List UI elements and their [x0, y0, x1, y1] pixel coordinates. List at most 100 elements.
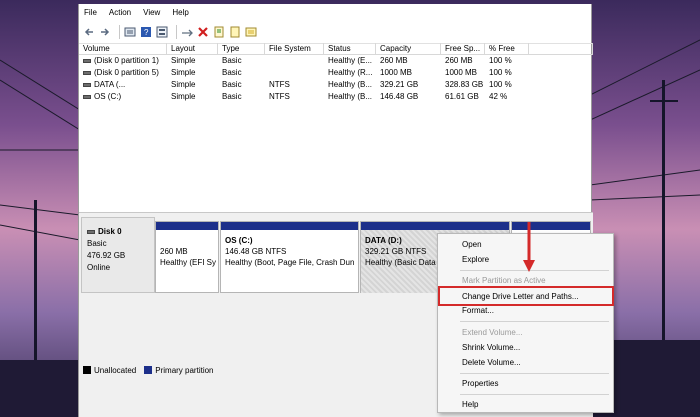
- partition-bar: [156, 222, 218, 230]
- menu-item-format[interactable]: Format...: [462, 305, 494, 317]
- cell-layout: Simple: [171, 92, 196, 101]
- menu-file[interactable]: File: [84, 8, 97, 17]
- table-row[interactable]: (Disk 0 partition 1) Simple Basic Health…: [79, 55, 593, 67]
- cell-type: Basic: [222, 56, 242, 65]
- partition-size: 146.48 GB NTFS: [225, 247, 287, 256]
- properties-icon[interactable]: [213, 26, 225, 38]
- connect-icon[interactable]: [181, 26, 193, 38]
- column-capacity[interactable]: Capacity: [376, 43, 441, 54]
- disk-info-panel[interactable]: Disk 0 Basic 476.92 GB Online: [81, 217, 155, 293]
- legend-swatch-primary: [144, 366, 153, 374]
- cell-file-system: [265, 67, 324, 79]
- volume-icon: [83, 70, 91, 75]
- cell-status: Healthy (E...: [328, 56, 373, 65]
- menu-bar: File Action View Help: [79, 4, 593, 20]
- cell-percent-free: 100 %: [489, 68, 512, 77]
- highlight-box: [438, 286, 614, 306]
- menu-action[interactable]: Action: [109, 8, 131, 17]
- cell-percent-free: 42 %: [489, 92, 508, 101]
- cell-type: Basic: [222, 92, 242, 101]
- cell-volume: DATA (...: [79, 79, 167, 91]
- volume-table-header: Volume Layout Type File System Status Ca…: [79, 43, 593, 55]
- legend-swatch-unallocated: [83, 366, 91, 374]
- table-row[interactable]: DATA (... Simple Basic NTFS Healthy (B..…: [79, 79, 593, 91]
- new-icon[interactable]: [229, 26, 241, 38]
- menu-separator: [460, 321, 609, 322]
- partition-details: 260 MB Healthy (EFI Sy: [156, 230, 218, 273]
- partition-status: Healthy (Boot, Page File, Crash Dun: [225, 258, 355, 267]
- menu-item-delete-volume[interactable]: Delete Volume...: [462, 357, 521, 369]
- partition-name: OS (C:): [225, 236, 253, 245]
- volume-icon: [83, 82, 91, 87]
- power-lines-left: [0, 59, 80, 417]
- cell-status: Healthy (B...: [328, 92, 373, 101]
- disk-icon: [87, 229, 95, 234]
- column-status[interactable]: Status: [324, 43, 376, 54]
- menu-item-open[interactable]: Open: [462, 239, 482, 251]
- view-icon[interactable]: [245, 26, 257, 38]
- partition-bar: [221, 222, 358, 230]
- legend: Unallocated Primary partition: [83, 365, 222, 375]
- cell-free-space: 260 MB: [445, 56, 473, 65]
- cell-layout: Simple: [171, 56, 196, 65]
- cell-free-space: 328.83 GB: [445, 80, 484, 89]
- column-type[interactable]: Type: [218, 43, 265, 54]
- toolbar: ?: [79, 20, 593, 44]
- column-file-system[interactable]: File System: [265, 43, 324, 54]
- cell-layout: Simple: [171, 80, 196, 89]
- disk-size: 476.92 GB: [87, 251, 126, 260]
- partition-details: OS (C:) 146.48 GB NTFS Healthy (Boot, Pa…: [221, 230, 358, 273]
- column-filler: [529, 43, 593, 54]
- table-row[interactable]: (Disk 0 partition 5) Simple Basic Health…: [79, 67, 593, 79]
- partition-size: 260 MB: [160, 247, 188, 256]
- disk-list-icon[interactable]: [124, 26, 136, 38]
- menu-separator: [460, 394, 609, 395]
- table-row[interactable]: OS (C:) Simple Basic NTFS Healthy (B... …: [79, 91, 593, 103]
- cell-capacity: 1000 MB: [380, 68, 413, 77]
- column-percent-free[interactable]: % Free: [485, 43, 529, 54]
- disk-state: Online: [87, 263, 111, 272]
- cell-capacity: 146.48 GB: [380, 92, 419, 101]
- menu-item-properties[interactable]: Properties: [462, 378, 498, 390]
- volume-icon: [83, 58, 91, 63]
- cell-volume: OS (C:): [79, 91, 167, 103]
- help-icon[interactable]: ?: [140, 26, 152, 38]
- menu-item-shrink-volume[interactable]: Shrink Volume...: [462, 342, 520, 354]
- cell-type: Basic: [222, 80, 242, 89]
- cell-free-space: 1000 MB: [445, 68, 478, 77]
- column-layout[interactable]: Layout: [167, 43, 218, 54]
- menu-help[interactable]: Help: [172, 8, 188, 17]
- volume-table-body: (Disk 0 partition 1) Simple Basic Health…: [79, 55, 593, 103]
- cell-layout: Simple: [171, 68, 196, 77]
- cell-status: Healthy (B...: [328, 80, 373, 89]
- red-arrow-icon: [523, 222, 535, 272]
- svg-text:?: ?: [144, 28, 149, 37]
- partition-efi[interactable]: 260 MB Healthy (EFI Sy: [155, 221, 219, 293]
- cell-type: Basic: [222, 68, 242, 77]
- wallpaper-left: [0, 0, 80, 417]
- cell-free-space: 61.61 GB: [445, 92, 479, 101]
- column-volume[interactable]: Volume: [79, 43, 167, 54]
- cell-capacity: 329.21 GB: [380, 80, 419, 89]
- menu-item-help[interactable]: Help: [462, 399, 478, 411]
- back-icon[interactable]: [83, 26, 95, 38]
- column-free-space[interactable]: Free Sp...: [441, 43, 485, 54]
- cell-volume: (Disk 0 partition 1): [79, 55, 167, 67]
- menu-item-explore[interactable]: Explore: [462, 254, 489, 266]
- menu-separator: [460, 373, 609, 374]
- volume-icon: [83, 94, 91, 99]
- cell-capacity: 260 MB: [380, 56, 408, 65]
- legend-label-primary: Primary partition: [155, 365, 214, 375]
- menu-item-extend-volume: Extend Volume...: [462, 328, 523, 337]
- cell-file-system: NTFS: [269, 80, 290, 89]
- cell-file-system: NTFS: [269, 92, 290, 101]
- forward-icon[interactable]: [99, 26, 111, 38]
- cell-file-system: [265, 55, 324, 67]
- menu-view[interactable]: View: [143, 8, 160, 17]
- partition-status: Healthy (EFI Sy: [160, 258, 217, 267]
- delete-icon[interactable]: [197, 26, 209, 38]
- cell-percent-free: 100 %: [489, 56, 512, 65]
- volume-list-icon[interactable]: [156, 26, 168, 38]
- toolbar-separator: [176, 24, 177, 39]
- partition-os[interactable]: OS (C:) 146.48 GB NTFS Healthy (Boot, Pa…: [220, 221, 359, 293]
